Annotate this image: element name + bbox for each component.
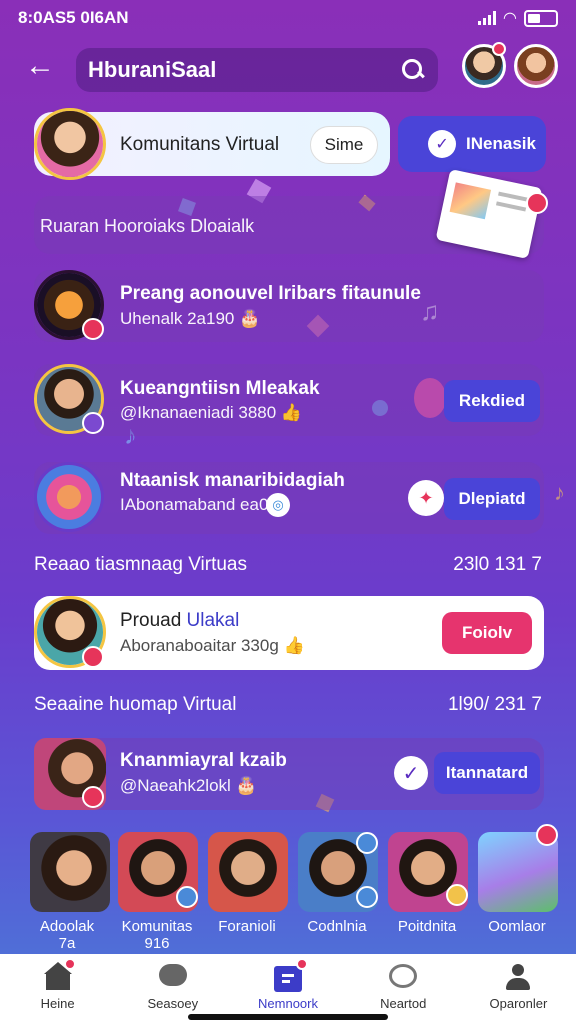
friend-subtitle: @Naeahk2lokl 🎂: [120, 776, 257, 795]
person-thumbnail[interactable]: [30, 832, 110, 912]
item-action-button[interactable]: Dlepiatd: [444, 478, 540, 520]
badge-icon: [176, 886, 198, 908]
heart-badge: [82, 646, 104, 668]
item-subtitle: Uhenalk 2a190 🎂: [120, 309, 261, 328]
battery-icon: [524, 9, 558, 27]
item-subtitle: @Iknanaeniadi 3880 👍: [120, 403, 303, 422]
friend-action-button[interactable]: Itannatard: [434, 752, 540, 794]
list-item[interactable]: [34, 270, 544, 342]
nav-label: Seasoey: [147, 996, 199, 1011]
heart-badge: [82, 786, 104, 808]
person-subtitle: 916: [144, 935, 170, 952]
check-icon: ✓: [394, 756, 428, 790]
banner-text: Ruaran Hooroiaks Dloaialk: [40, 216, 255, 236]
status-icons: ◠: [477, 8, 558, 28]
item-action-button[interactable]: Rekdied: [444, 380, 540, 422]
heart-badge: [82, 318, 104, 340]
search-icon[interactable]: [400, 57, 426, 83]
person-label: Poitdnita: [384, 918, 470, 935]
person-label: Oomlaor: [474, 918, 560, 935]
person-name: Codnlnia: [307, 918, 367, 935]
section-title: Seaaine huomap Virtual: [34, 694, 237, 715]
section-count[interactable]: 23l0 131 7: [453, 554, 542, 576]
item-title: Preang aonouvel Iribars fitaunule: [120, 283, 421, 304]
status-time: 8:0AS5 0I6AN: [18, 8, 129, 27]
check-icon: ✓: [428, 130, 457, 158]
highlight-title-b: Ulakal: [186, 610, 240, 631]
featured-action-label: INenasik: [466, 134, 536, 153]
notification-dot: [492, 42, 506, 56]
nav-profile[interactable]: Oparonler: [461, 954, 576, 1024]
notification-dot: [526, 192, 548, 214]
highlight-subtitle: Aboranaboaitar 330g 👍: [120, 636, 305, 655]
nav-home[interactable]: Heine: [0, 954, 115, 1024]
person-name: Foranioli: [218, 918, 276, 935]
person-name: Oomlaor: [488, 918, 546, 935]
user-icon: [502, 962, 534, 992]
section-count[interactable]: 1l90/ 231 7: [448, 694, 542, 716]
highlight-action-button[interactable]: Foiolv: [442, 612, 532, 654]
featured-title: Komunitans Virtual: [120, 134, 280, 155]
heart-badge: [82, 412, 104, 434]
item-title: Kueangntiisn Mleakak: [120, 378, 320, 399]
highlight-title: Prouad Ulakal: [120, 610, 239, 632]
person-label: Foranioli: [204, 918, 290, 935]
nav-label: Oparonler: [489, 996, 548, 1011]
chat-bubble-icon: [157, 962, 189, 992]
top-bar: ← HburaniSaal: [0, 42, 576, 92]
person-name: Poitdnita: [397, 918, 457, 935]
avatar[interactable]: [514, 44, 558, 88]
check-icon: ◎: [266, 493, 290, 517]
badge-icon: [446, 884, 468, 906]
game-controller-icon: ✦: [408, 480, 444, 516]
section-title: Reaao tiasmnaag Virtuas: [34, 554, 247, 575]
badge-icon: [356, 886, 378, 908]
section-header: Seaaine huomap Virtual 1l90/ 231 7: [34, 694, 542, 716]
featured-action-button[interactable]: ✓ INenasik: [398, 116, 546, 172]
featured-pill-button[interactable]: Sime: [310, 126, 378, 164]
message-icon: [387, 962, 419, 992]
person-name: Adoolak: [39, 918, 95, 935]
person-label: Codnlnia: [294, 918, 380, 935]
badge-icon: [356, 832, 378, 854]
person-subtitle: 7a: [58, 935, 76, 952]
notification-dot: [536, 824, 558, 846]
nav-label: Neartod: [380, 996, 427, 1011]
nav-label: Heine: [40, 996, 75, 1011]
network-icon: [272, 958, 308, 992]
search-bar[interactable]: HburaniSaal: [76, 48, 438, 92]
nav-label: Nemnoork: [258, 996, 318, 1011]
wifi-icon: ◠: [503, 10, 516, 27]
person-name: Komunitas: [121, 918, 193, 935]
home-indicator[interactable]: [188, 1014, 388, 1020]
person-thumbnail[interactable]: [208, 832, 288, 912]
signal-icon: [477, 11, 496, 25]
home-icon: [42, 958, 76, 992]
list-avatar[interactable]: [34, 462, 104, 532]
status-bar: 8:0AS5 0I6AN ◠: [0, 0, 576, 36]
highlight-title-a: Prouad: [120, 610, 187, 631]
music-note-icon: ♪: [554, 480, 565, 505]
featured-avatar[interactable]: [34, 108, 106, 180]
person-label: Komunitas 916: [114, 918, 200, 952]
item-title: Ntaanisk manaribidagiah: [120, 470, 345, 491]
item-subtitle: IAbonamaband ea0i: [120, 495, 273, 514]
back-arrow-icon[interactable]: ←: [22, 50, 58, 86]
header-title: HburaniSaal: [88, 57, 217, 82]
person-label: Adoolak 7a: [24, 918, 110, 952]
friend-title: Knanmiayral kzaib: [120, 750, 287, 771]
section-header: Reaao tiasmnaag Virtuas 23l0 131 7: [34, 554, 542, 576]
